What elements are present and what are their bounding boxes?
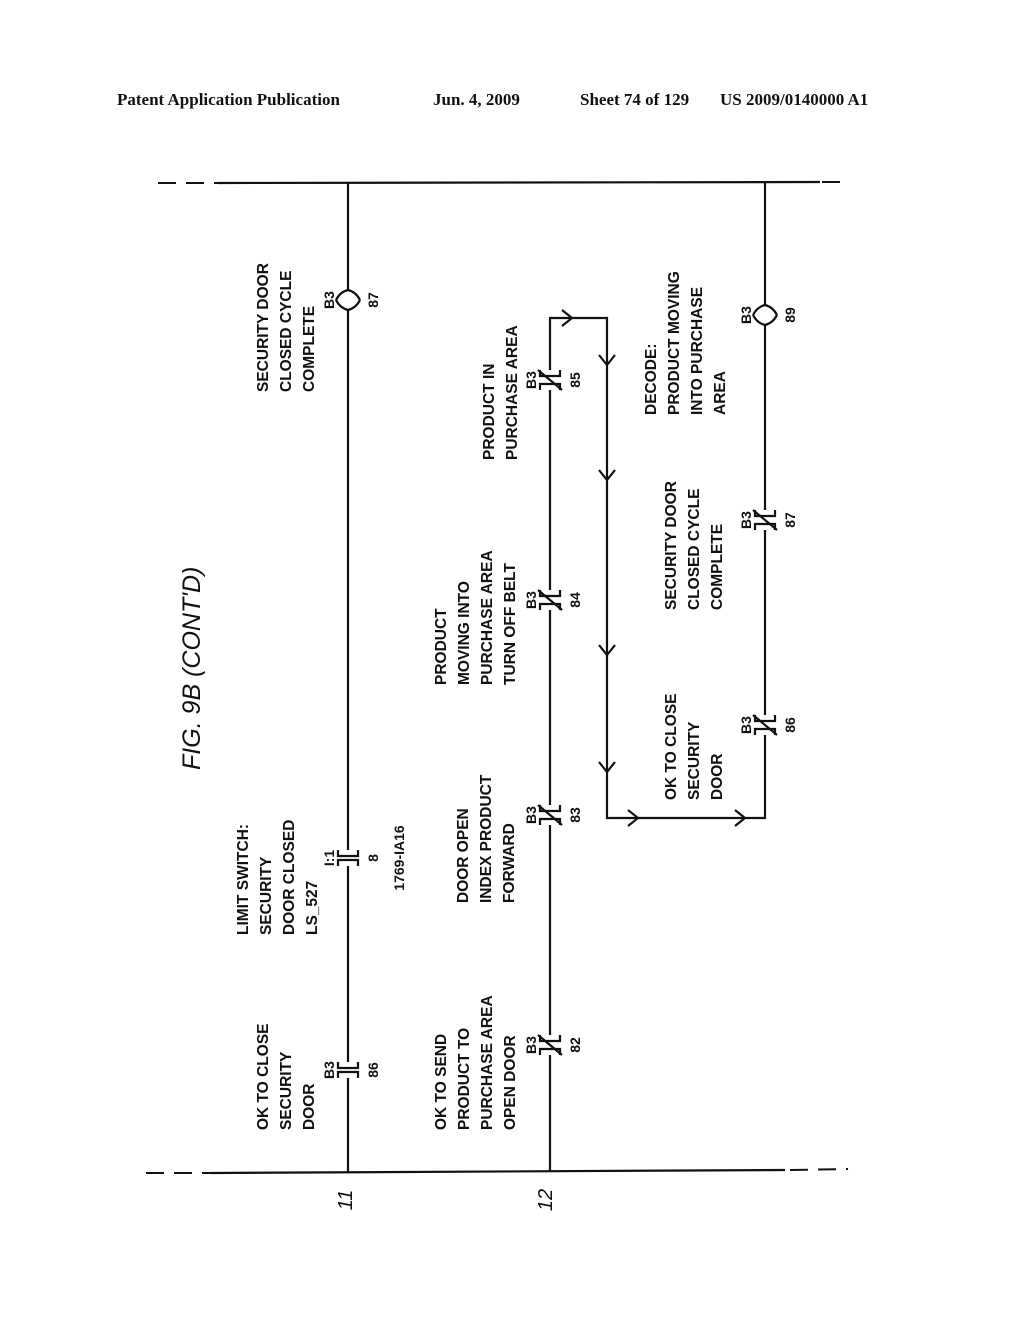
label-line: LIMIT SWITCH: (235, 824, 252, 935)
address-b3: B3 (523, 371, 539, 389)
label-line: MOVING INTO (456, 581, 473, 685)
label-line: DOOR (709, 754, 726, 801)
label-line: LS_527 (304, 881, 321, 935)
label-line: SECURITY DOOR (255, 263, 272, 392)
bit-83: 83 (567, 807, 583, 823)
label-line: PRODUCT MOVING (666, 271, 683, 415)
contact-no-b3-86 (336, 1062, 360, 1078)
bit-82: 82 (567, 1037, 583, 1053)
bit-87: 87 (365, 292, 381, 308)
rung-11: OK TO CLOSE SECURITY DOOR B3 86 LIMIT SW… (235, 183, 407, 1172)
address-i1: I:1 (321, 850, 337, 867)
coil-b3-87 (335, 288, 361, 312)
label-line: DOOR CLOSED (281, 820, 298, 935)
address-b3: B3 (523, 591, 539, 609)
label-line: SECURITY (278, 1051, 295, 1130)
label-line: INDEX PRODUCT (478, 774, 495, 903)
coil-b3-89 (752, 303, 778, 327)
bit-86: 86 (365, 1062, 381, 1078)
rung-12: OK TO SEND PRODUCT TO PURCHASE AREA OPEN… (433, 182, 798, 1171)
label-line: CLOSED CYCLE (686, 489, 703, 610)
label-line: PURCHASE AREA (504, 325, 521, 460)
label-line: OPEN DOOR (502, 1035, 519, 1130)
label-line: AREA (712, 371, 729, 415)
label-line: OK TO SEND (433, 1034, 450, 1130)
contact-nc-b3-85 (537, 369, 563, 391)
contact-nc-b3-87 (752, 509, 778, 531)
contact-nc-b3-82 (537, 1034, 563, 1056)
address-b3: B3 (321, 291, 337, 309)
address-b3: B3 (738, 511, 754, 529)
label-line: PRODUCT TO (456, 1028, 473, 1130)
label-line: DECODE: (643, 344, 660, 415)
label-line: PRODUCT (433, 608, 450, 685)
bit-87: 87 (782, 512, 798, 528)
label-line: PURCHASE AREA (479, 550, 496, 685)
address-b3: B3 (321, 1061, 337, 1079)
bit-85: 85 (567, 372, 583, 388)
label-line: OK TO CLOSE (663, 693, 680, 800)
bit-84: 84 (567, 592, 583, 608)
address-b3: B3 (523, 1036, 539, 1054)
label-line: SECURITY (258, 856, 275, 935)
bottom-rail (146, 1168, 849, 1175)
address-b3: B3 (738, 306, 754, 324)
label-line: INTO PURCHASE (689, 287, 706, 415)
bit-89: 89 (782, 307, 798, 323)
top-rail (158, 180, 850, 185)
contact-nc-b3-84 (537, 589, 563, 611)
figure-title: FIG. 9B (CONT'D) (178, 567, 206, 770)
module-label: 1769-IA16 (391, 825, 407, 891)
label-line: OK TO CLOSE (255, 1023, 272, 1130)
bit-86: 86 (782, 717, 798, 733)
contact-nc-b3-86 (752, 714, 778, 736)
label-line: COMPLETE (301, 306, 318, 392)
label-line: PRODUCT IN (481, 364, 498, 460)
label-line: COMPLETE (709, 524, 726, 610)
rung-number-12: 12 (535, 1189, 557, 1211)
address-b3: B3 (523, 806, 539, 824)
contact-no-i1-8 (336, 850, 360, 866)
address-b3: B3 (738, 716, 754, 734)
label-line: CLOSED CYCLE (278, 271, 295, 392)
ladder-diagram: FIG. 9B (CONT'D) 11 12 OK TO CLOSE SECUR… (146, 180, 850, 1211)
bit-8: 8 (365, 854, 381, 862)
label-line: FORWARD (501, 823, 518, 903)
label-line: DOOR (301, 1084, 318, 1131)
label-line: SECURITY DOOR (663, 481, 680, 610)
label-line: SECURITY (686, 721, 703, 800)
label-line: PURCHASE AREA (479, 995, 496, 1130)
rung-number-11: 11 (335, 1190, 357, 1211)
label-line: DOOR OPEN (455, 808, 472, 903)
label-line: TURN OFF BELT (502, 562, 519, 685)
contact-nc-b3-83 (537, 804, 563, 826)
